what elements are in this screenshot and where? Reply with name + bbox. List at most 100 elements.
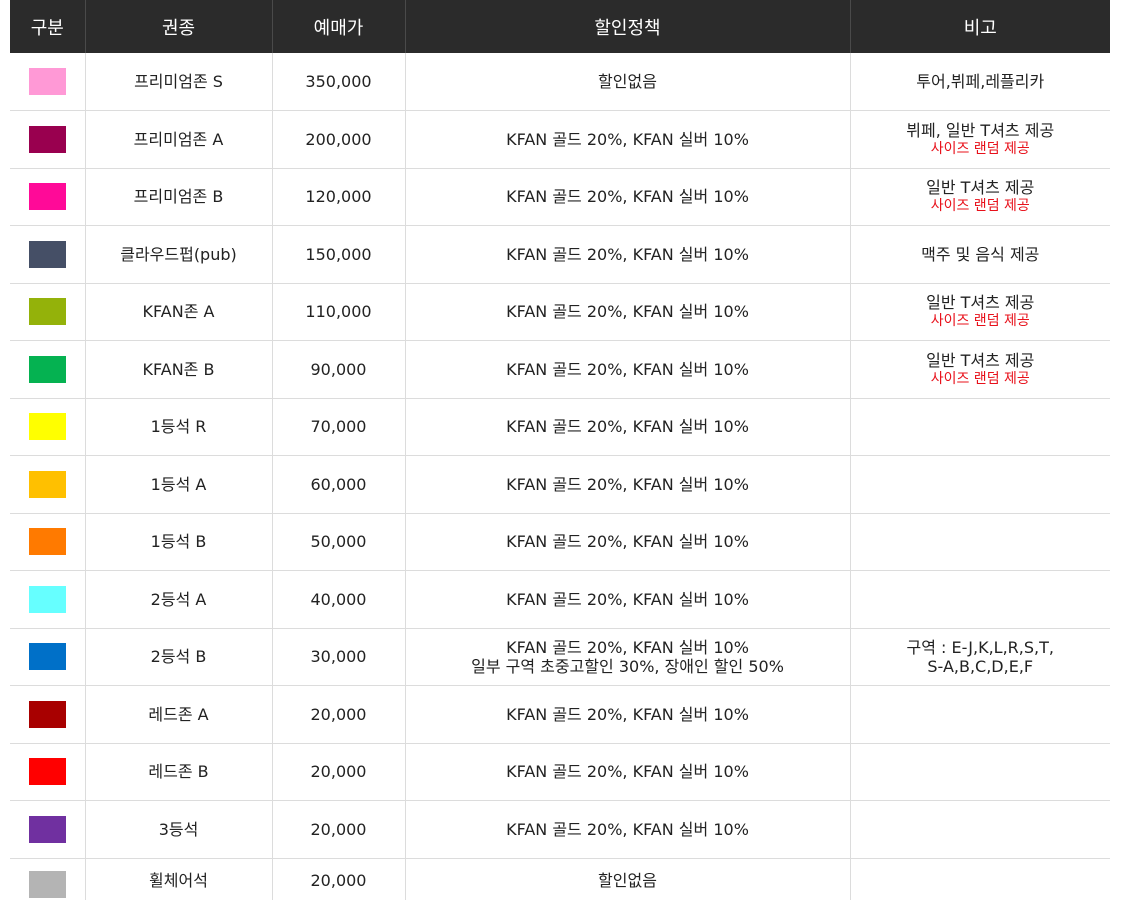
seat-color-swatch: [28, 815, 66, 843]
seat-color-swatch: [28, 528, 66, 556]
table-row: 3등석 20,000 KFAN 골드 20%, KFAN 실버 10%: [10, 800, 1110, 859]
discount-text: KFAN 골드 20%, KFAN 실버 10%: [506, 532, 749, 552]
discount-text: KFAN 골드 20%, KFAN 실버 10%: [506, 302, 749, 322]
remarks-highlight-text: 사이즈 랜덤 제공: [930, 198, 1030, 215]
table-row: 프리미엄존 S 350,000 할인없음 투어,뷔페,레플리카: [10, 53, 1110, 111]
category-cell: [10, 685, 85, 744]
discount-cell: 할인없음: [404, 858, 850, 900]
ticket-type-cell: 휠체어석: [84, 858, 272, 900]
table-row: 클라우드펍(pub) 150,000 KFAN 골드 20%, KFAN 실버 10…: [10, 225, 1110, 284]
category-cell: [10, 513, 85, 571]
header-price: 예매가: [271, 0, 405, 53]
category-cell: [10, 110, 85, 169]
ticket-type-cell: 레드존 B: [84, 743, 272, 801]
seat-color-swatch: [28, 585, 66, 613]
remarks-cell: 일반 T셔츠 제공 사이즈 랜덤 제공: [849, 340, 1110, 399]
category-cell: [10, 455, 85, 514]
discount-cell: KFAN 골드 20%, KFAN 실버 10% 일부 구역 초중고할인 30%,…: [404, 628, 850, 686]
ticket-type-cell: 2등석 B: [84, 628, 272, 686]
remarks-cell: [849, 858, 1110, 900]
remarks-text: 투어,뷔페,레플리카: [916, 72, 1045, 91]
price-cell: 60,000: [271, 455, 405, 514]
ticket-type-cell: KFAN존 A: [84, 283, 272, 341]
seat-color-swatch: [28, 240, 66, 268]
seat-color-swatch: [28, 470, 66, 498]
category-cell: [10, 283, 85, 341]
discount-text: 할인없음: [598, 870, 657, 890]
discount-cell: KFAN 골드 20%, KFAN 실버 10%: [404, 800, 850, 859]
table-row: 프리미엄존 B 120,000 KFAN 골드 20%, KFAN 실버 10% 일반…: [10, 168, 1110, 226]
table-row: 휠체어석 20,000 할인없음: [10, 858, 1110, 900]
discount-text: KFAN 골드 20%, KFAN 실버 10%: [506, 244, 749, 264]
discount-text: KFAN 골드 20%, KFAN 실버 10%: [506, 474, 749, 494]
remarks-cell: [849, 513, 1110, 571]
discount-text: 일부 구역 초중고할인 30%, 장애인 할인 50%: [471, 656, 784, 676]
remarks-text: 뷔페, 일반 T셔츠 제공: [906, 120, 1055, 140]
discount-text: 할인없음: [598, 72, 657, 91]
ticket-price-table: 구분 권종 예매가 할인정책 비고 프리미엄존 S 350,000 할인없음 투어,뷔…: [10, 0, 1110, 900]
remarks-cell: 뷔페, 일반 T셔츠 제공 사이즈 랜덤 제공: [849, 110, 1110, 169]
header-category: 구분: [10, 0, 85, 53]
category-cell: [10, 628, 85, 686]
table-row: 1등석 R 70,000 KFAN 골드 20%, KFAN 실버 10%: [10, 398, 1110, 456]
remarks-text: 일반 T셔츠 제공: [926, 350, 1035, 370]
seat-color-swatch: [28, 870, 66, 898]
price-cell: 50,000: [271, 513, 405, 571]
remarks-cell: 일반 T셔츠 제공 사이즈 랜덤 제공: [849, 283, 1110, 341]
table-row: KFAN존 B 90,000 KFAN 골드 20%, KFAN 실버 10% 일반 …: [10, 340, 1110, 399]
discount-text: KFAN 골드 20%, KFAN 실버 10%: [506, 417, 749, 437]
table-row: 1등석 B 50,000 KFAN 골드 20%, KFAN 실버 10%: [10, 513, 1110, 571]
price-cell: 150,000: [271, 225, 405, 284]
seat-color-swatch: [28, 183, 66, 211]
ticket-type-cell: KFAN존 B: [84, 340, 272, 399]
discount-text: KFAN 골드 20%, KFAN 실버 10%: [506, 129, 749, 149]
remarks-cell: 맥주 및 음식 제공: [849, 225, 1110, 284]
discount-cell: KFAN 골드 20%, KFAN 실버 10%: [404, 398, 850, 456]
remarks-cell: 구역 : E-J,K,L,R,S,T, S-A,B,C,D,E,F: [849, 628, 1110, 686]
discount-cell: KFAN 골드 20%, KFAN 실버 10%: [404, 110, 850, 169]
ticket-type-cell: 클라우드펍(pub): [84, 225, 272, 284]
discount-cell: KFAN 골드 20%, KFAN 실버 10%: [404, 283, 850, 341]
remarks-highlight-text: 사이즈 랜덤 제공: [930, 140, 1030, 157]
ticket-type-cell: 3등석: [84, 800, 272, 859]
category-cell: [10, 800, 85, 859]
seat-color-swatch: [28, 125, 66, 153]
table-row: KFAN존 A 110,000 KFAN 골드 20%, KFAN 실버 10% 일반…: [10, 283, 1110, 341]
discount-text: KFAN 골드 20%, KFAN 실버 10%: [506, 187, 749, 207]
table-header-row: 구분 권종 예매가 할인정책 비고: [10, 0, 1110, 53]
price-cell: 200,000: [271, 110, 405, 169]
discount-cell: KFAN 골드 20%, KFAN 실버 10%: [404, 225, 850, 284]
table-row: 레드존 B 20,000 KFAN 골드 20%, KFAN 실버 10%: [10, 743, 1110, 801]
discount-cell: KFAN 골드 20%, KFAN 실버 10%: [404, 340, 850, 399]
ticket-type-cell: 1등석 R: [84, 398, 272, 456]
header-ticket-type: 권종: [84, 0, 272, 53]
remarks-highlight-text: 사이즈 랜덤 제공: [930, 313, 1030, 330]
price-cell: 20,000: [271, 858, 405, 900]
ticket-type-cell: 2등석 A: [84, 570, 272, 629]
remarks-cell: 일반 T셔츠 제공 사이즈 랜덤 제공: [849, 168, 1110, 226]
remarks-highlight-text: 사이즈 랜덤 제공: [930, 370, 1030, 387]
discount-text: KFAN 골드 20%, KFAN 실버 10%: [506, 704, 749, 724]
remarks-text: 맥주 및 음식 제공: [921, 244, 1040, 264]
ticket-type-cell: 프리미엄존 B: [84, 168, 272, 226]
discount-text: KFAN 골드 20%, KFAN 실버 10%: [506, 637, 749, 657]
table-row: 1등석 A 60,000 KFAN 골드 20%, KFAN 실버 10%: [10, 455, 1110, 514]
price-cell: 30,000: [271, 628, 405, 686]
table-body: 프리미엄존 S 350,000 할인없음 투어,뷔페,레플리카 프리미엄존 A 200,0…: [10, 53, 1110, 900]
table-row: 2등석 A 40,000 KFAN 골드 20%, KFAN 실버 10%: [10, 570, 1110, 629]
ticket-type-cell: 프리미엄존 S: [84, 53, 272, 111]
remarks-cell: [849, 455, 1110, 514]
price-cell: 20,000: [271, 743, 405, 801]
remarks-text: S-A,B,C,D,E,F: [927, 656, 1034, 676]
price-cell: 120,000: [271, 168, 405, 226]
header-remarks: 비고: [849, 0, 1110, 53]
ticket-type-cell: 1등석 B: [84, 513, 272, 571]
seat-color-swatch: [28, 700, 66, 728]
category-cell: [10, 398, 85, 456]
ticket-type-cell: 레드존 A: [84, 685, 272, 744]
header-discount-policy: 할인정책: [404, 0, 850, 53]
category-cell: [10, 858, 85, 900]
seat-color-swatch: [28, 643, 66, 671]
discount-text: KFAN 골드 20%, KFAN 실버 10%: [506, 589, 749, 609]
price-cell: 70,000: [271, 398, 405, 456]
